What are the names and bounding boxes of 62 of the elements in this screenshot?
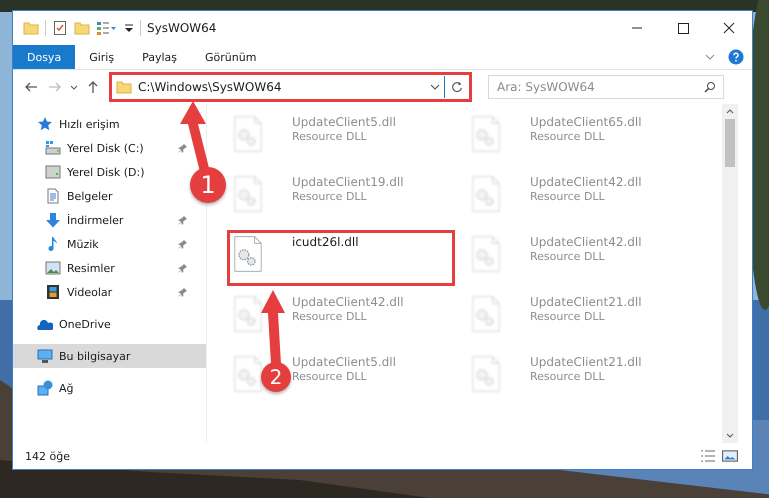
window-title: SysWOW64 [147, 21, 216, 35]
ribbon-tab[interactable]: Paylaş [128, 45, 191, 69]
pin-icon[interactable] [178, 287, 188, 297]
file-type: Resource DLL [530, 190, 606, 203]
refresh-icon[interactable] [450, 80, 464, 94]
file-type: Resource DLL [530, 130, 606, 143]
file-type: Resource DLL [292, 130, 368, 143]
scroll-down-icon[interactable] [726, 433, 734, 438]
download-icon [45, 212, 61, 228]
sidebar-item[interactable]: İndirmeler [13, 208, 192, 232]
file-name[interactable]: icudt26l.dll [292, 235, 359, 249]
folder-icon [116, 79, 132, 95]
expand-ribbon-icon[interactable] [704, 53, 716, 61]
pin-icon[interactable] [178, 215, 188, 225]
system-drive-icon [45, 140, 61, 156]
scroll-up-icon[interactable] [726, 109, 734, 114]
large-icons-view-icon[interactable] [722, 450, 738, 462]
search-field[interactable]: Ara: SysWOW64 [488, 75, 724, 99]
file-type: Resource DLL [530, 370, 606, 383]
drive-icon [45, 164, 61, 180]
file-type: Resource DLL [530, 250, 606, 263]
scrollbar[interactable] [722, 104, 738, 443]
pin-icon[interactable] [178, 263, 188, 273]
pin-icon[interactable] [178, 143, 188, 153]
sidebar-item[interactable]: Yerel Disk (D:) [13, 160, 149, 184]
item-count: 142 öğe [25, 450, 70, 462]
new-folder-icon[interactable] [74, 20, 90, 36]
view-options-icon[interactable] [96, 20, 118, 36]
sidebar-item[interactable]: OneDrive [13, 312, 115, 336]
help-icon[interactable] [728, 49, 744, 65]
dropdown-caret-icon[interactable] [430, 84, 440, 90]
sidebar-item[interactable]: Yerel Disk (C:) [13, 136, 192, 160]
file-type: Resource DLL [292, 190, 368, 203]
ribbon-tab[interactable]: Giriş [75, 45, 128, 69]
sidebar-item[interactable]: Resimler [13, 256, 192, 280]
ribbon-tab[interactable]: Dosya [13, 45, 76, 69]
recent-locations-icon[interactable] [69, 84, 79, 90]
sidebar-item[interactable]: Videolar [13, 280, 192, 304]
sidebar-item[interactable]: Bu bilgisayar [13, 344, 206, 368]
gear-file-icon[interactable] [234, 235, 262, 273]
scrollbar-thumb[interactable] [725, 119, 735, 167]
star-icon [37, 116, 53, 132]
pin-icon[interactable] [178, 239, 188, 249]
computer-icon [37, 348, 53, 364]
pictures-icon [45, 260, 61, 276]
details-view-icon[interactable] [700, 450, 716, 462]
properties-icon[interactable] [52, 20, 68, 36]
address-field[interactable]: C:\Windows\SysWOW64 [112, 76, 445, 98]
network-icon [37, 380, 53, 396]
sidebar-item[interactable]: Müzik [13, 232, 192, 256]
file-type: Resource DLL [292, 310, 368, 323]
file-type: Resource DLL [530, 310, 606, 323]
ribbon-tab[interactable]: Görünüm [191, 45, 270, 69]
document-icon [45, 188, 61, 204]
sidebar-item[interactable]: Belgeler [13, 184, 116, 208]
file-type: Resource DLL [292, 370, 368, 383]
folder-icon[interactable] [23, 20, 39, 36]
video-icon [45, 284, 61, 300]
search-icon [704, 81, 716, 93]
sidebar-item[interactable]: Ağ [13, 376, 78, 400]
customize-caret-icon[interactable] [124, 23, 134, 33]
sidebar-item[interactable]: Hızlı erişim [13, 112, 124, 136]
